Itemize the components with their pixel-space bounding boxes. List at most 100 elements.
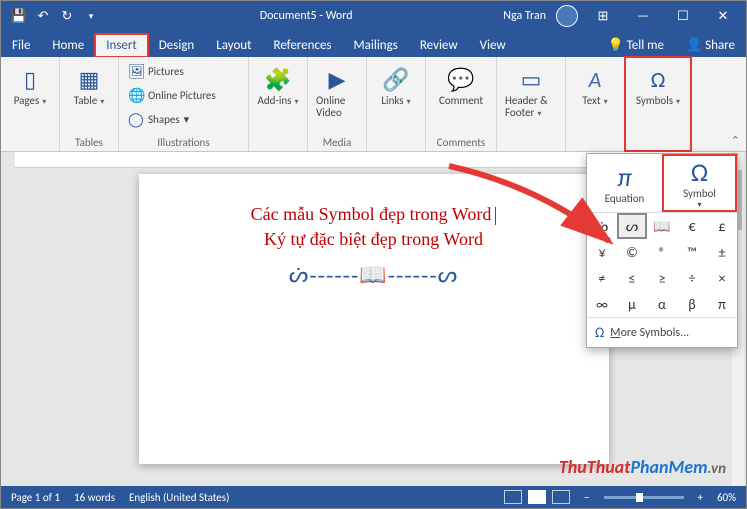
tab-review[interactable]: Review bbox=[409, 34, 469, 57]
header-footer-button[interactable]: ▭Header & Footer bbox=[503, 61, 559, 123]
text-icon: A bbox=[589, 65, 602, 95]
symbol-cell[interactable]: ᔖ bbox=[587, 213, 617, 239]
document-line-2: Ký tự đặc biệt đẹp trong Word bbox=[179, 229, 569, 250]
tab-share[interactable]: 👤 Share bbox=[675, 34, 746, 57]
symbol-cell[interactable]: ∞ bbox=[587, 291, 617, 317]
tab-references[interactable]: References bbox=[263, 34, 343, 57]
group-comments: 💬Comment Comments bbox=[426, 57, 497, 151]
more-symbols-button[interactable]: Ω More Symbols... bbox=[587, 317, 737, 347]
tab-mailings[interactable]: Mailings bbox=[343, 34, 409, 57]
group-header-footer: ▭Header & Footer bbox=[497, 57, 566, 151]
pages-button[interactable]: ▯ Pages bbox=[7, 61, 53, 111]
shapes-icon: ◯ bbox=[128, 111, 144, 128]
zoom-level[interactable]: 60% bbox=[717, 491, 736, 504]
symbol-cell[interactable]: × bbox=[707, 265, 737, 291]
online-pictures-icon: 🌐 bbox=[128, 87, 144, 104]
symbols-button[interactable]: ΩSymbols bbox=[631, 61, 685, 111]
qat-dropdown-icon[interactable]: ▾ bbox=[83, 8, 99, 24]
redo-icon[interactable]: ↻ bbox=[59, 8, 75, 24]
zoom-in-button[interactable]: + bbox=[698, 491, 703, 504]
video-icon: ▶ bbox=[329, 65, 346, 95]
comment-button[interactable]: 💬Comment bbox=[432, 61, 490, 111]
pictures-button[interactable]: 🖼Pictures bbox=[125, 61, 187, 82]
document-page[interactable]: Các mẫu Symbol đẹp trong Word Ký tự đặc … bbox=[139, 174, 609, 464]
shapes-button[interactable]: ◯Shapes ▾ bbox=[125, 109, 192, 130]
symbol-cell[interactable]: 📖 bbox=[647, 213, 677, 239]
undo-icon[interactable]: ↶ bbox=[35, 8, 51, 24]
document-title: Document5 - Word bbox=[109, 9, 503, 23]
save-icon[interactable]: 💾 bbox=[11, 8, 27, 24]
omega-icon: Ω bbox=[595, 324, 604, 341]
symbol-cell[interactable]: ≤ bbox=[617, 265, 647, 291]
omega-icon: Ω bbox=[691, 157, 708, 187]
watermark: ThuThuatPhanMem.vn bbox=[559, 456, 726, 478]
tab-layout[interactable]: Layout bbox=[205, 34, 262, 57]
print-layout-icon[interactable] bbox=[528, 490, 546, 504]
symbol-button[interactable]: Ω Symbol▾ bbox=[662, 154, 737, 212]
symbol-cell[interactable]: £ bbox=[707, 213, 737, 239]
group-text: AText bbox=[566, 57, 625, 151]
symbol-dropdown-panel: π Equation Ω Symbol▾ ᔖᔕ📖€£ ¥©®™± ≠≤≥÷× ∞μαβ… bbox=[586, 153, 738, 348]
online-video-button[interactable]: ▶Online Video bbox=[314, 61, 360, 123]
pi-icon: π bbox=[617, 162, 631, 192]
comments-label: Comments bbox=[432, 134, 490, 149]
tab-view[interactable]: View bbox=[469, 34, 517, 57]
symbol-cell[interactable]: ᔕ bbox=[617, 213, 647, 239]
tables-label: Tables bbox=[66, 134, 112, 149]
status-bar: Page 1 of 1 16 words English (United Sta… bbox=[1, 486, 746, 508]
tab-home[interactable]: Home bbox=[41, 34, 95, 57]
group-pages: ▯ Pages bbox=[1, 57, 60, 151]
tab-insert[interactable]: Insert bbox=[95, 34, 148, 57]
maximize-icon[interactable]: ☐ bbox=[668, 9, 698, 24]
zoom-out-button[interactable]: − bbox=[584, 491, 589, 504]
pages-icon: ▯ bbox=[24, 65, 36, 95]
symbol-cell[interactable]: ± bbox=[707, 239, 737, 265]
view-buttons bbox=[504, 490, 570, 504]
addins-button[interactable]: 🧩Add-ins bbox=[255, 61, 301, 111]
symbol-cell[interactable]: β bbox=[677, 291, 707, 317]
table-icon: ▦ bbox=[79, 65, 100, 95]
symbol-cell[interactable]: ≠ bbox=[587, 265, 617, 291]
group-illustrations: 🖼Pictures 🌐Online Pictures ◯Shapes ▾ Ill… bbox=[119, 57, 249, 151]
read-mode-icon[interactable] bbox=[504, 490, 522, 504]
page-indicator[interactable]: Page 1 of 1 bbox=[11, 491, 60, 504]
header-footer-icon: ▭ bbox=[521, 65, 542, 95]
ribbon: ▯ Pages ▦ Table Tables 🖼Pictures 🌐Online… bbox=[1, 57, 746, 152]
ribbon-options-icon[interactable]: ⊞ bbox=[588, 9, 618, 24]
tab-file[interactable]: File bbox=[1, 34, 41, 57]
symbol-cell[interactable]: ¥ bbox=[587, 239, 617, 265]
user-name: Nga Tran bbox=[503, 9, 546, 23]
symbol-cell[interactable]: α bbox=[647, 291, 677, 317]
symbol-cell[interactable]: μ bbox=[617, 291, 647, 317]
symbol-grid: ᔖᔕ📖€£ ¥©®™± ≠≤≥÷× ∞μαβπ bbox=[587, 212, 737, 317]
symbol-cell[interactable]: π bbox=[707, 291, 737, 317]
illustrations-label: Illustrations bbox=[125, 134, 242, 149]
document-line-1: Các mẫu Symbol đẹp trong Word bbox=[179, 204, 569, 225]
online-pictures-button[interactable]: 🌐Online Pictures bbox=[125, 85, 219, 106]
group-media: ▶Online Video Media bbox=[308, 57, 367, 151]
equation-button[interactable]: π Equation bbox=[587, 154, 662, 212]
symbol-cell[interactable]: © bbox=[617, 239, 647, 265]
word-count[interactable]: 16 words bbox=[74, 491, 115, 504]
text-button[interactable]: AText bbox=[572, 61, 618, 111]
pictures-icon: 🖼 bbox=[128, 63, 144, 80]
web-layout-icon[interactable] bbox=[552, 490, 570, 504]
tab-design[interactable]: Design bbox=[148, 34, 205, 57]
collapse-ribbon-icon[interactable]: ⌃ bbox=[731, 134, 740, 147]
links-button[interactable]: 🔗Links bbox=[373, 61, 419, 111]
symbol-cell[interactable]: € bbox=[677, 213, 707, 239]
table-button[interactable]: ▦ Table bbox=[66, 61, 112, 111]
ribbon-tabs: File Home Insert Design Layout Reference… bbox=[1, 31, 746, 57]
symbol-cell[interactable]: ™ bbox=[677, 239, 707, 265]
language-indicator[interactable]: English (United States) bbox=[129, 491, 229, 504]
group-addins: 🧩Add-ins bbox=[249, 57, 308, 151]
user-avatar[interactable] bbox=[556, 5, 578, 27]
symbol-cell[interactable]: ÷ bbox=[677, 265, 707, 291]
group-links: 🔗Links bbox=[367, 57, 426, 151]
symbol-cell[interactable]: ≥ bbox=[647, 265, 677, 291]
zoom-slider[interactable] bbox=[604, 496, 684, 499]
symbol-cell[interactable]: ® bbox=[647, 239, 677, 265]
tab-tellme[interactable]: 💡 Tell me bbox=[596, 34, 675, 57]
close-icon[interactable]: ✕ bbox=[708, 9, 738, 24]
minimize-icon[interactable]: — bbox=[628, 9, 658, 24]
